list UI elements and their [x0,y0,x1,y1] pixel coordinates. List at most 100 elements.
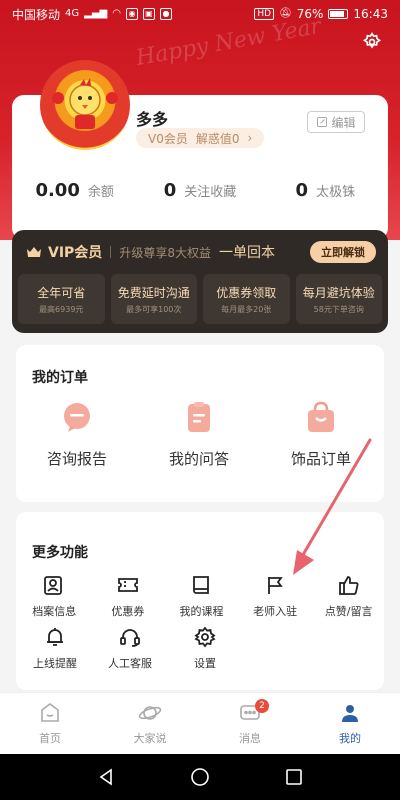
book-icon [193,576,210,594]
benefit-subtitle: 58元下单咨询 [313,304,364,314]
benefit-title: 每月避坑体验 [302,285,375,300]
more-functions-title: 更多功能 [32,545,88,561]
headset-icon [120,629,140,647]
func-label: 档案信息 [32,605,77,618]
home-circle-icon[interactable] [190,767,210,787]
unread-badge: 2 [255,699,269,713]
favorites-value: 0 [163,180,177,201]
system-navigation-bar [0,754,400,800]
tab-community[interactable]: 大家说 [100,693,200,754]
taiji-coin-label: 太极铢 [316,185,356,200]
profile-stats: 0.00 余额 0 关注收藏 0 太极铢 [12,180,388,212]
wifi-icon: ◠ [112,8,121,19]
benefit-annual-savings[interactable]: 全年可省 最高6939元 [18,274,105,324]
chevron-right-icon: › [247,131,253,145]
func-label: 我的课程 [179,605,224,618]
more-functions-card: 更多功能 档案信息 优惠券 我的课程 老师入驻 点赞/留言 上线提醒 人工客服 … [16,512,384,690]
benefit-monthly-trial[interactable]: 每月避坑体验 58元下单咨询 [295,274,382,324]
func-coupons[interactable]: 优惠券 [93,574,164,626]
vip-slogan: 一单回本 [218,245,275,261]
taiji-coin-stat[interactable]: 0 太极铢 [263,180,388,212]
favorites-label: 关注收藏 [184,185,237,200]
settings-icon [194,626,216,648]
orders-title: 我的订单 [32,370,88,386]
func-profile-info[interactable]: 档案信息 [19,574,90,626]
func-like-comment[interactable]: 点赞/留言 [313,574,384,626]
func-label: 点赞/留言 [324,605,373,618]
benefit-title: 优惠券领取 [216,285,277,300]
tab-mine[interactable]: 我的 [300,693,400,754]
balance-value: 0.00 [35,180,80,201]
favorites-stat[interactable]: 0 关注收藏 [137,180,262,212]
bell-icon [47,628,63,646]
benefit-title: 全年可省 [37,285,86,300]
balance-label: 余额 [87,185,114,200]
home-icon [41,703,59,722]
benefit-subtitle: 最高6939元 [39,304,84,314]
avatar[interactable] [40,60,130,150]
vip-banner[interactable]: VIP会员 升级尊享8大权益 一单回本 立即解锁 全年可省 最高6939元 免费… [12,230,388,333]
func-online-reminder[interactable]: 上线提醒 [19,626,91,678]
bottom-tab-bar: 首页 大家说 2 消息 我的 [0,692,400,754]
balance-stat[interactable]: 0.00 余额 [12,180,137,212]
tab-label: 大家说 [133,732,167,745]
vip-level-label: V0会员 [148,131,188,146]
order-my-qa[interactable]: 我的问答 [138,400,260,469]
orders-card: 我的订单 咨询报告 我的问答 饰品订单 [16,345,384,502]
unlock-value-label: 解惑值0 [195,131,240,146]
back-icon[interactable] [97,768,115,786]
battery-percent: 76% [296,7,324,21]
coupon-icon [117,578,138,592]
crown-icon [27,247,41,257]
message-notification-icon: ● [159,8,172,20]
functions-row: 档案信息 优惠券 我的课程 老师入驻 点赞/留言 [16,574,384,626]
edit-profile-button[interactable]: 编辑 [307,111,365,133]
profile-card-icon [44,576,63,595]
signal-icon: ▂▄▆ [84,8,108,19]
shopping-bag-icon [308,401,334,432]
benefit-free-extended-chat[interactable]: 免费延时沟通 最多可享100次 [110,274,197,324]
vip-divider [110,246,112,258]
functions-row: 上线提醒 人工客服 设置 [16,626,384,678]
thumbs-up-icon [338,576,359,595]
vip-subtitle: 升级尊享8大权益 [119,245,211,260]
tab-label: 我的 [339,732,361,745]
flag-icon [268,577,283,594]
hd-indicator: HD [254,8,275,20]
func-settings[interactable]: 设置 [169,626,241,678]
order-label: 咨询报告 [46,450,107,468]
edit-button-label: 编辑 [331,115,356,130]
gear-icon[interactable] [358,28,386,56]
tab-home[interactable]: 首页 [0,693,100,754]
status-bar: 中国移动 4G ▂▄▆ ◠ ◉ ▣ ● HD 🔕︎ 76% 16:43 [0,0,400,28]
orders-row: 咨询报告 我的问答 饰品订单 [16,400,384,469]
order-consult-report[interactable]: 咨询报告 [16,400,138,469]
benefit-title: 免费延时沟通 [117,285,190,300]
notification-icon: ▣ [142,8,155,20]
app-notification-icon: ◉ [125,8,138,20]
vip-banner-header: VIP会员 升级尊享8大权益 一单回本 立即解锁 [26,240,376,264]
taiji-coin-value: 0 [295,180,309,201]
benefit-coupons[interactable]: 优惠券领取 每月最多20张 [203,274,290,324]
vip-level-badge[interactable]: V0会员 解惑值0 › [136,128,265,148]
order-label: 饰品订单 [290,450,351,468]
tab-label: 消息 [239,732,261,745]
recents-icon[interactable] [285,768,303,786]
func-my-courses[interactable]: 我的课程 [166,574,237,626]
network-type: 4G [65,8,80,19]
vip-title: VIP会员 [48,245,103,261]
func-label: 设置 [194,657,216,670]
func-teacher-join[interactable]: 老师入驻 [240,574,311,626]
tab-messages[interactable]: 2 消息 [200,693,300,754]
person-icon [342,705,358,722]
order-accessories[interactable]: 饰品订单 [260,400,382,469]
benefit-subtitle: 每月最多20张 [221,304,272,314]
unlock-vip-button[interactable]: 立即解锁 [310,241,376,263]
clipboard-icon [188,402,210,432]
func-label: 老师入驻 [253,605,298,618]
functions-grid: 档案信息 优惠券 我的课程 老师入驻 点赞/留言 上线提醒 人工客服 设置 [16,574,384,678]
func-customer-service[interactable]: 人工客服 [94,626,166,678]
func-label: 上线提醒 [33,657,77,670]
tab-label: 首页 [39,732,61,745]
func-label: 人工客服 [108,657,152,670]
